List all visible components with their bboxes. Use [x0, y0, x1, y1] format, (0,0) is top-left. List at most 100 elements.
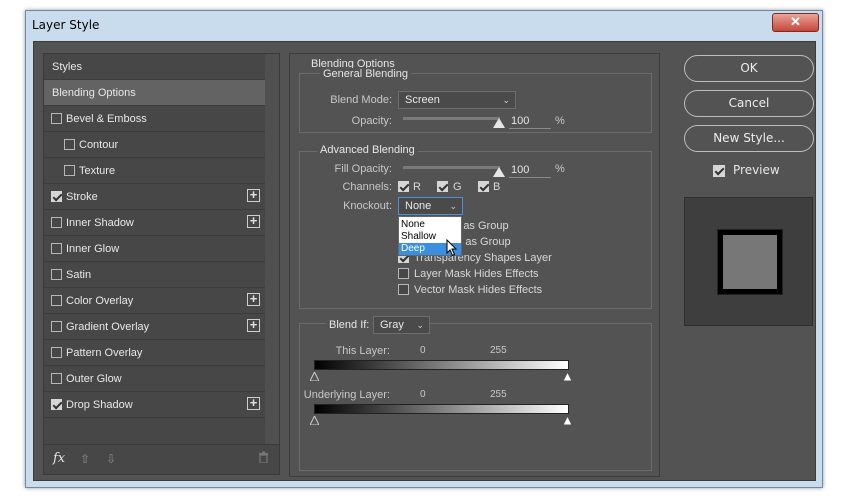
style-item-label: Color Overlay: [66, 295, 134, 307]
style-checkbox[interactable]: [51, 191, 62, 202]
knockout-label: Knockout:: [343, 200, 392, 212]
preview-checkbox[interactable]: [713, 165, 725, 177]
knockout-value: None: [405, 200, 432, 212]
style-checkbox[interactable]: [51, 295, 62, 306]
add-icon[interactable]: +: [247, 292, 260, 306]
style-checkbox[interactable]: [64, 139, 75, 150]
chevron-down-icon: ⌄: [449, 201, 457, 211]
knockout-dropdown[interactable]: None ⌄: [398, 197, 463, 215]
style-checkbox[interactable]: [64, 165, 75, 176]
blending-options-panel: Blending Options General Blending Blend …: [289, 53, 660, 477]
this-layer-min: 0: [420, 345, 426, 356]
style-item-satin[interactable]: Satin: [44, 262, 266, 288]
preview-label: Preview: [733, 163, 780, 177]
cancel-button[interactable]: Cancel: [684, 90, 814, 117]
style-item-label: Texture: [79, 165, 116, 177]
style-item-label: Contour: [79, 139, 119, 151]
add-icon[interactable]: +: [247, 188, 260, 202]
style-checkbox[interactable]: [51, 113, 62, 124]
knockout-option-none[interactable]: None: [399, 219, 461, 231]
style-item-inner-glow[interactable]: Inner Glow: [44, 236, 266, 262]
style-item-gradient-overlay[interactable]: Gradient Overlay +: [44, 314, 266, 340]
opacity-slider-thumb[interactable]: [493, 118, 505, 128]
this-layer-white-handle[interactable]: [563, 372, 572, 381]
style-checkbox[interactable]: [51, 373, 62, 384]
style-checkbox[interactable]: [51, 347, 62, 358]
style-checkbox[interactable]: [51, 399, 62, 410]
styles-scrollbar[interactable]: [265, 54, 279, 444]
underlying-min: 0: [420, 389, 426, 400]
style-item-label: Drop Shadow: [66, 399, 133, 411]
opacity-slider[interactable]: [403, 117, 500, 120]
preview-square: [717, 229, 783, 295]
opacity-input[interactable]: 100: [509, 114, 551, 129]
style-item-drop-shadow[interactable]: Drop Shadow +: [44, 392, 266, 418]
style-item-outer-glow[interactable]: Outer Glow: [44, 366, 266, 392]
style-item-contour[interactable]: Contour: [44, 132, 266, 158]
preview-thumbnail: [684, 197, 813, 326]
style-item-stroke[interactable]: Stroke +: [44, 184, 266, 210]
channel-g-label: G: [453, 181, 462, 193]
fill-opacity-slider-thumb[interactable]: [493, 167, 505, 177]
style-item-label: Styles: [52, 61, 82, 73]
style-checkbox[interactable]: [51, 217, 62, 228]
style-item-label: Inner Glow: [66, 243, 120, 255]
fill-opacity-slider[interactable]: [403, 166, 500, 169]
style-checkbox[interactable]: [51, 321, 62, 332]
channel-g-checkbox[interactable]: [437, 181, 448, 192]
add-icon[interactable]: +: [247, 318, 260, 332]
underlying-layer-label: Underlying Layer:: [303, 389, 390, 401]
style-item-label: Blending Options: [52, 87, 136, 99]
style-item-label: Pattern Overlay: [66, 347, 143, 359]
blend-mode-dropdown[interactable]: Screen ⌄: [398, 91, 516, 109]
this-layer-black-handle[interactable]: [310, 372, 319, 381]
blend-mode-label: Blend Mode:: [330, 94, 392, 106]
add-icon[interactable]: +: [247, 396, 260, 410]
style-item-label: Bevel & Emboss: [66, 113, 147, 125]
style-item-label: Stroke: [66, 191, 98, 203]
style-item-inner-shadow[interactable]: Inner Shadow +: [44, 210, 266, 236]
add-icon[interactable]: +: [247, 214, 260, 228]
fx-icon[interactable]: fx: [53, 451, 65, 466]
move-down-icon[interactable]: ⇩: [106, 452, 116, 466]
style-item-blending-options[interactable]: Blending Options: [44, 80, 266, 106]
style-item-label: Outer Glow: [66, 373, 122, 385]
style-item-label: Gradient Overlay: [66, 321, 150, 333]
style-checkbox[interactable]: [51, 269, 62, 280]
this-layer-max: 255: [490, 345, 507, 356]
option-label-4: Layer Mask Hides Effects: [414, 268, 539, 280]
style-item-label: Satin: [66, 269, 92, 281]
chevron-down-icon: ⌄: [502, 95, 510, 105]
fill-opacity-input[interactable]: 100: [509, 163, 551, 178]
blend-if-dropdown[interactable]: Gray ⌄: [373, 316, 430, 334]
blend-if-value: Gray: [380, 319, 404, 331]
underlying-max: 255: [490, 389, 507, 400]
mouse-cursor-icon: [446, 239, 458, 257]
style-item-color-overlay[interactable]: Color Overlay +: [44, 288, 266, 314]
blend-if-label: Blend If:: [326, 319, 373, 331]
layer-style-dialog: Layer Style ✕ Styles Blending Options Beve…: [25, 10, 823, 488]
opacity-unit: %: [555, 115, 565, 127]
option-checkbox-4[interactable]: [398, 268, 409, 279]
styles-footer: fx ⇧ ⇩: [44, 444, 279, 474]
style-item-bevel-emboss[interactable]: Bevel & Emboss: [44, 106, 266, 132]
channels-label: Channels:: [342, 181, 392, 193]
new-style-button[interactable]: New Style...: [684, 125, 814, 152]
channel-r-checkbox[interactable]: [398, 181, 409, 192]
ok-button[interactable]: OK: [684, 55, 814, 82]
advanced-blending-title: Advanced Blending: [317, 144, 418, 156]
channel-b-checkbox[interactable]: [478, 181, 489, 192]
move-up-icon[interactable]: ⇧: [80, 452, 90, 466]
option-checkbox-5[interactable]: [398, 284, 409, 295]
style-item-styles[interactable]: Styles: [44, 54, 266, 80]
style-item-label: Inner Shadow: [66, 217, 134, 229]
style-checkbox[interactable]: [51, 243, 62, 254]
underlying-black-handle[interactable]: [310, 416, 319, 425]
underlying-white-handle[interactable]: [563, 416, 572, 425]
close-button[interactable]: ✕: [772, 13, 819, 32]
channel-b-label: B: [493, 181, 501, 193]
style-item-texture[interactable]: Texture: [44, 158, 266, 184]
general-blending-title: General Blending: [320, 68, 412, 80]
style-item-pattern-overlay[interactable]: Pattern Overlay: [44, 340, 266, 366]
trash-icon[interactable]: [258, 451, 269, 466]
